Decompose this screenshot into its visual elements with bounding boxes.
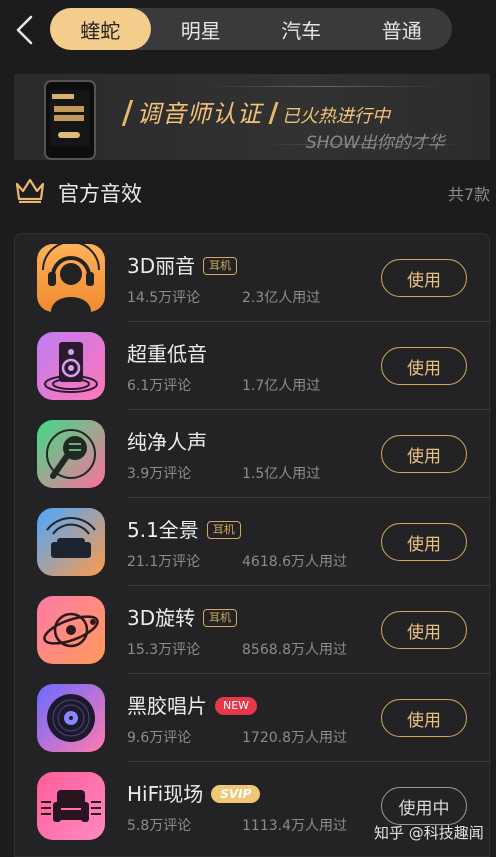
comment-count: 6.1万评论 xyxy=(127,378,192,394)
effect-name: HiFi现场 SVIP xyxy=(127,778,261,807)
tab-normal[interactable]: 普通 xyxy=(352,8,453,50)
use-button[interactable]: 使用 xyxy=(381,611,467,649)
comment-count: 21.1万评论 xyxy=(127,554,201,570)
effect-name: 黑胶唱片 NEW xyxy=(127,690,258,719)
armchair-icon xyxy=(37,772,105,840)
section-header: 官方音效 共7款 xyxy=(14,172,490,210)
effect-row[interactable]: 3D旋转 耳机 15.3万评论 8568.8万人用过 使用 xyxy=(15,586,491,674)
in-use-button[interactable]: 使用中 xyxy=(381,787,467,825)
usage-count: 1720.8万人用过 xyxy=(242,730,347,746)
effect-row[interactable]: 黑胶唱片 NEW 9.6万评论 1720.8万人用过 使用 xyxy=(15,674,491,762)
comment-count: 9.6万评论 xyxy=(127,730,192,746)
vinyl-record-icon xyxy=(37,684,105,752)
effect-count: 共7款 xyxy=(447,185,490,204)
effect-name: 3D旋转 耳机 xyxy=(127,602,238,631)
usage-count: 4618.6万人用过 xyxy=(242,554,347,570)
headphone-badge: 耳机 xyxy=(203,608,238,627)
chevron-left-icon[interactable] xyxy=(8,12,40,48)
effect-row[interactable]: 超重低音 6.1万评论 1.7亿人用过 使用 xyxy=(15,322,491,410)
use-button[interactable]: 使用 xyxy=(381,259,467,297)
effect-row[interactable]: 纯净人声 3.9万评论 1.5亿人用过 使用 xyxy=(15,410,491,498)
use-button[interactable]: 使用 xyxy=(381,435,467,473)
svip-badge: SVIP xyxy=(211,784,261,803)
sofa-surround-icon xyxy=(37,508,105,576)
usage-count: 1.5亿人用过 xyxy=(242,466,321,482)
tab-viper[interactable]: 蝰蛇 xyxy=(50,8,151,50)
banner-title: 调音师认证 xyxy=(137,100,262,128)
speaker-icon xyxy=(37,332,105,400)
top-bar: 蝰蛇 明星 汽车 普通 xyxy=(0,0,496,62)
usage-count: 2.3亿人用过 xyxy=(242,290,321,306)
watermark: 知乎 @科技趣闻 xyxy=(374,824,484,842)
section-title: 官方音效 xyxy=(58,182,142,206)
use-button[interactable]: 使用 xyxy=(381,523,467,561)
effect-row[interactable]: 3D丽音 耳机 14.5万评论 2.3亿人用过 使用 xyxy=(15,234,491,322)
comment-count: 3.9万评论 xyxy=(127,466,192,482)
banner-slash xyxy=(268,102,279,124)
headphone-badge: 耳机 xyxy=(203,256,238,275)
usage-count: 1.7亿人用过 xyxy=(242,378,321,394)
usage-count: 8568.8万人用过 xyxy=(242,642,347,658)
effect-name: 3D丽音 耳机 xyxy=(127,250,238,279)
effect-list: 3D丽音 耳机 14.5万评论 2.3亿人用过 使用 超重低音 6.1万评论 1.… xyxy=(14,233,491,857)
use-button[interactable]: 使用 xyxy=(381,699,467,737)
headphone-badge: 耳机 xyxy=(206,520,241,539)
headphone-person-icon xyxy=(37,244,105,312)
comment-count: 15.3万评论 xyxy=(127,642,201,658)
category-tabs: 蝰蛇 明星 汽车 普通 xyxy=(50,8,452,50)
effect-name: 超重低音 xyxy=(127,342,207,366)
tab-star[interactable]: 明星 xyxy=(151,8,252,50)
banner-subtitle: 已火热进行中 xyxy=(282,106,390,127)
promo-banner[interactable]: 调音师认证 已火热进行中 SHOW出你的才华 xyxy=(14,74,490,160)
comment-count: 14.5万评论 xyxy=(127,290,201,306)
microphone-icon xyxy=(37,420,105,488)
phone-illustration xyxy=(44,80,96,160)
usage-count: 1113.4万人用过 xyxy=(242,818,347,834)
crown-icon xyxy=(14,176,46,208)
banner-slash xyxy=(121,100,134,126)
orbit-icon xyxy=(37,596,105,664)
banner-decoration xyxy=(204,86,444,87)
use-button[interactable]: 使用 xyxy=(381,347,467,385)
effect-name: 5.1全景 耳机 xyxy=(127,514,241,543)
effect-row[interactable]: 5.1全景 耳机 21.1万评论 4618.6万人用过 使用 xyxy=(15,498,491,586)
new-badge: NEW xyxy=(215,696,258,715)
tab-car[interactable]: 汽车 xyxy=(251,8,352,50)
effect-name: 纯净人声 xyxy=(127,430,207,454)
comment-count: 5.8万评论 xyxy=(127,818,192,834)
banner-tagline: SHOW出你的才华 xyxy=(306,133,445,153)
